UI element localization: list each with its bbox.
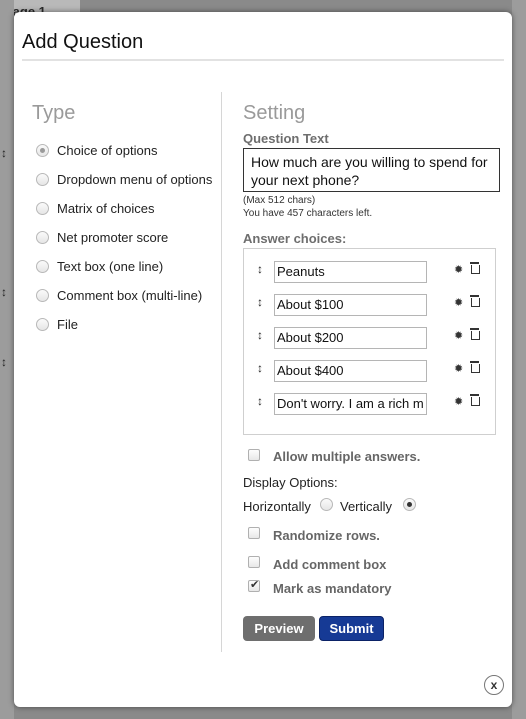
type-options-list: Choice of options Dropdown menu of optio… (36, 136, 212, 339)
answer-row: ↕ About $100 ✹ (244, 294, 495, 318)
type-radio[interactable] (36, 202, 49, 215)
type-option-dropdown[interactable]: Dropdown menu of options (36, 165, 212, 194)
answer-row: ↕ Peanuts ✹ (244, 261, 495, 285)
drag-handle-icon[interactable]: ↕ (257, 328, 263, 342)
type-radio[interactable] (36, 144, 49, 157)
gear-icon[interactable]: ✹ (454, 296, 463, 309)
setting-heading: Setting (243, 102, 306, 124)
trash-icon[interactable] (470, 361, 480, 373)
background-drag-icon: ↕ (1, 146, 7, 160)
horizontally-radio[interactable] (320, 498, 333, 511)
drag-handle-icon[interactable]: ↕ (257, 295, 263, 309)
gear-icon[interactable]: ✹ (454, 263, 463, 276)
drag-handle-icon[interactable]: ↕ (257, 361, 263, 375)
type-radio[interactable] (36, 289, 49, 302)
close-icon: x (490, 678, 498, 692)
randomize-checkbox[interactable] (248, 527, 260, 539)
preview-button[interactable]: Preview (243, 616, 315, 641)
trash-icon[interactable] (470, 394, 480, 406)
trash-icon[interactable] (470, 295, 480, 307)
type-radio[interactable] (36, 318, 49, 331)
vertically-label: Vertically (340, 499, 393, 514)
type-option-nps[interactable]: Net promoter score (36, 223, 212, 252)
submit-button[interactable]: Submit (319, 616, 384, 641)
type-heading: Type (32, 102, 76, 124)
background-drag-icon: ↕ (1, 355, 7, 369)
type-option-choice[interactable]: Choice of options (36, 136, 212, 165)
max-chars-note: (Max 512 chars) (243, 195, 316, 206)
type-option-label: Dropdown menu of options (57, 172, 213, 187)
type-option-textbox[interactable]: Text box (one line) (36, 252, 212, 281)
type-option-label: Text box (one line) (57, 259, 164, 274)
randomize-label: Randomize rows. (273, 528, 380, 543)
gear-icon[interactable]: ✹ (454, 329, 463, 342)
answer-row: ↕ About $400 ✹ (244, 360, 495, 384)
type-option-matrix[interactable]: Matrix of choices (36, 194, 212, 223)
type-option-label: File (57, 317, 78, 332)
chars-left-note: You have 457 characters left. (243, 208, 373, 219)
type-radio[interactable] (36, 260, 49, 273)
drag-handle-icon[interactable]: ↕ (257, 394, 263, 408)
type-option-label: Matrix of choices (57, 201, 155, 216)
answer-row: ↕ Don't worry. I am a rich m ✹ (244, 393, 495, 417)
background-drag-icon: ↕ (1, 285, 7, 299)
drag-handle-icon[interactable]: ↕ (257, 262, 263, 276)
trash-icon[interactable] (470, 328, 480, 340)
answer-choices-box: ↕ Peanuts ✹ ↕ About $100 ✹ ↕ About $200 … (243, 248, 496, 435)
add-comment-checkbox[interactable] (248, 556, 260, 568)
close-button[interactable]: x (484, 675, 504, 695)
type-option-label: Choice of options (57, 143, 158, 158)
vertically-radio[interactable] (403, 498, 416, 511)
type-option-label: Comment box (multi-line) (57, 288, 203, 303)
gear-icon[interactable]: ✹ (454, 362, 463, 375)
dialog-title: Add Question (22, 31, 144, 53)
answer-input[interactable]: Peanuts (274, 261, 427, 283)
type-option-file[interactable]: File (36, 310, 212, 339)
answer-input[interactable]: About $200 (274, 327, 427, 349)
answer-input[interactable]: Don't worry. I am a rich m (274, 393, 427, 415)
allow-multiple-checkbox[interactable] (248, 449, 260, 461)
trash-icon[interactable] (470, 262, 480, 274)
answer-choices-label: Answer choices: (243, 231, 347, 246)
answer-row: ↕ About $200 ✹ (244, 327, 495, 351)
answer-input[interactable]: About $100 (274, 294, 427, 316)
allow-multiple-label: Allow multiple answers. (273, 449, 421, 464)
answer-input[interactable]: About $400 (274, 360, 427, 382)
add-comment-label: Add comment box (273, 557, 387, 572)
mandatory-label: Mark as mandatory (273, 581, 392, 596)
display-options-label: Display Options: (243, 475, 338, 490)
background-right-strip (512, 0, 526, 719)
question-text-input[interactable]: How much are you willing to spend for yo… (243, 148, 500, 192)
mandatory-checkbox[interactable] (248, 578, 260, 592)
type-option-label: Net promoter score (57, 230, 169, 245)
type-radio[interactable] (36, 231, 49, 244)
type-radio[interactable] (36, 173, 49, 186)
question-text-label: Question Text (243, 131, 329, 146)
type-option-commentbox[interactable]: Comment box (multi-line) (36, 281, 212, 310)
add-question-dialog: Add Question Type Choice of options Drop… (14, 12, 512, 707)
gear-icon[interactable]: ✹ (454, 395, 463, 408)
column-divider (221, 92, 222, 652)
title-divider (22, 59, 504, 61)
horizontally-label: Horizontally (243, 499, 311, 514)
